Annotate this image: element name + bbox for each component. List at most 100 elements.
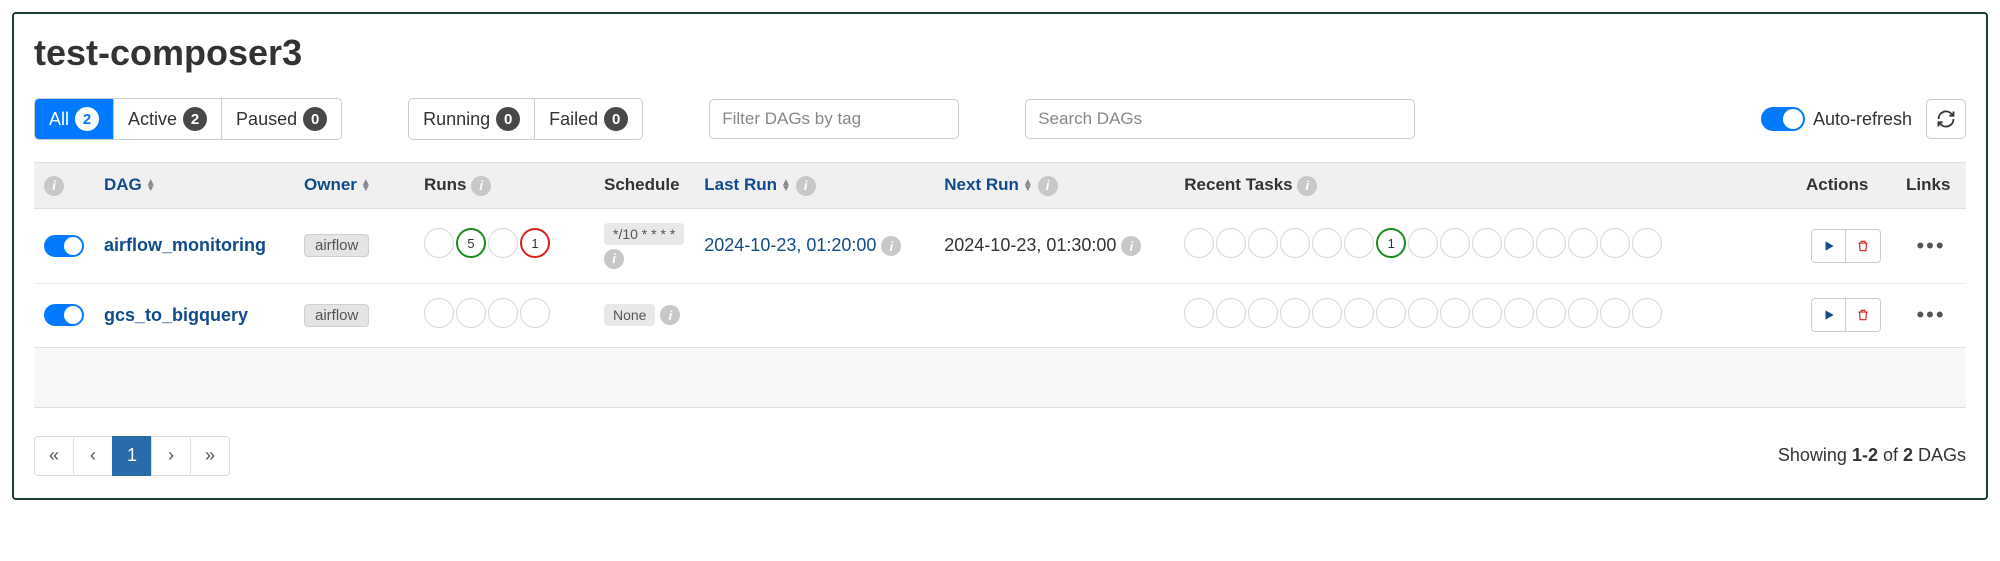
autorefresh-label: Auto-refresh	[1813, 109, 1912, 130]
info-icon: i	[1121, 236, 1141, 256]
pager: «‹1›»	[34, 436, 230, 476]
info-icon: i	[1297, 176, 1317, 196]
col-dag[interactable]: DAG▲▼	[94, 163, 294, 209]
dag-enable-toggle[interactable]	[44, 235, 84, 257]
links-menu[interactable]: •••	[1916, 302, 1945, 327]
last-run-value[interactable]: 2024-10-23, 01:20:00	[704, 235, 876, 255]
col-owner[interactable]: Owner▲▼	[294, 163, 414, 209]
task-circle[interactable]	[1344, 298, 1374, 328]
task-circle[interactable]	[1440, 228, 1470, 258]
status-group: Running 0Failed 0	[408, 98, 643, 140]
dags-table: i DAG▲▼ Owner▲▼ Runs i Schedule Last Run…	[34, 162, 1966, 408]
dag-row: airflow_monitoring airflow 5 1 */10 * * *…	[34, 208, 1966, 283]
dag-row: gcs_to_bigquery airflow None i •••	[34, 283, 1966, 347]
info-icon: i	[1038, 176, 1058, 196]
dag-name-link[interactable]: gcs_to_bigquery	[104, 305, 248, 325]
info-icon: i	[796, 176, 816, 196]
task-circle[interactable]	[1280, 298, 1310, 328]
task-circle[interactable]	[1184, 228, 1214, 258]
task-circle[interactable]	[1504, 298, 1534, 328]
task-circle[interactable]	[1440, 298, 1470, 328]
run-circle[interactable]	[488, 298, 518, 328]
task-circle[interactable]	[1600, 298, 1630, 328]
col-recent-tasks: Recent Tasks i	[1174, 163, 1796, 209]
run-circle[interactable]: 1	[520, 228, 550, 258]
filter-tab-all[interactable]: All 2	[35, 99, 114, 139]
run-circle[interactable]: 5	[456, 228, 486, 258]
run-circle[interactable]	[520, 298, 550, 328]
run-circle[interactable]	[424, 228, 454, 258]
info-icon: i	[604, 249, 624, 269]
search-dags-input[interactable]	[1025, 99, 1415, 139]
col-runs: Runs i	[414, 163, 594, 209]
task-circle[interactable]	[1312, 298, 1342, 328]
refresh-icon	[1936, 109, 1956, 129]
col-schedule: Schedule	[594, 163, 694, 209]
pager-last[interactable]: »	[190, 436, 230, 476]
trash-icon	[1856, 308, 1870, 322]
pager-next[interactable]: ›	[151, 436, 191, 476]
task-circle[interactable]	[1248, 298, 1278, 328]
delete-button[interactable]	[1846, 230, 1880, 262]
play-icon	[1822, 308, 1836, 322]
delete-button[interactable]	[1846, 299, 1880, 331]
owner-chip[interactable]: airflow	[304, 304, 369, 327]
task-circle[interactable]	[1184, 298, 1214, 328]
toolbar: All 2Active 2Paused 0 Running 0Failed 0 …	[34, 98, 1966, 140]
task-circle[interactable]	[1216, 298, 1246, 328]
task-circle[interactable]	[1504, 228, 1534, 258]
status-tab-failed[interactable]: Failed 0	[535, 99, 642, 139]
filter-tags-input[interactable]	[709, 99, 959, 139]
task-circle[interactable]	[1344, 228, 1374, 258]
col-actions: Actions	[1796, 163, 1896, 209]
info-icon: i	[881, 236, 901, 256]
task-circle[interactable]	[1632, 298, 1662, 328]
trash-icon	[1856, 239, 1870, 253]
task-circle[interactable]	[1408, 298, 1438, 328]
filter-tab-active[interactable]: Active 2	[114, 99, 222, 139]
task-circle[interactable]	[1632, 228, 1662, 258]
task-circle[interactable]	[1280, 228, 1310, 258]
links-menu[interactable]: •••	[1916, 233, 1945, 258]
pager-page[interactable]: 1	[112, 436, 152, 476]
task-circle[interactable]	[1536, 298, 1566, 328]
refresh-button[interactable]	[1926, 99, 1966, 139]
trigger-button[interactable]	[1812, 299, 1846, 331]
info-icon: i	[471, 176, 491, 196]
filter-state-group: All 2Active 2Paused 0	[34, 98, 342, 140]
showing-text: Showing 1-2 of 2 DAGs	[1778, 445, 1966, 466]
status-tab-running[interactable]: Running 0	[409, 99, 535, 139]
col-links: Links	[1896, 163, 1966, 209]
task-circle[interactable]	[1248, 228, 1278, 258]
task-circle[interactable]	[1568, 228, 1598, 258]
pager-first[interactable]: «	[34, 436, 74, 476]
task-circle[interactable]: 1	[1376, 228, 1406, 258]
task-circle[interactable]	[1216, 228, 1246, 258]
run-circle[interactable]	[424, 298, 454, 328]
autorefresh-toggle[interactable]	[1761, 107, 1805, 131]
dag-name-link[interactable]: airflow_monitoring	[104, 235, 266, 255]
schedule-chip[interactable]: */10 * * * *	[604, 223, 684, 245]
task-circle[interactable]	[1568, 298, 1598, 328]
run-circle[interactable]	[488, 228, 518, 258]
info-icon: i	[660, 305, 680, 325]
dag-enable-toggle[interactable]	[44, 304, 84, 326]
task-circle[interactable]	[1376, 298, 1406, 328]
task-circle[interactable]	[1312, 228, 1342, 258]
next-run-value: 2024-10-23, 01:30:00	[944, 235, 1116, 255]
col-last-run[interactable]: Last Run▲▼ i	[694, 163, 934, 209]
task-circle[interactable]	[1536, 228, 1566, 258]
col-next-run[interactable]: Next Run▲▼ i	[934, 163, 1174, 209]
task-circle[interactable]	[1600, 228, 1630, 258]
owner-chip[interactable]: airflow	[304, 234, 369, 257]
trigger-button[interactable]	[1812, 230, 1846, 262]
task-circle[interactable]	[1408, 228, 1438, 258]
schedule-chip[interactable]: None	[604, 304, 655, 326]
info-icon: i	[44, 176, 64, 196]
filter-tab-paused[interactable]: Paused 0	[222, 99, 341, 139]
run-circle[interactable]	[456, 298, 486, 328]
task-circle[interactable]	[1472, 298, 1502, 328]
task-circle[interactable]	[1472, 228, 1502, 258]
pager-prev[interactable]: ‹	[73, 436, 113, 476]
play-icon	[1822, 239, 1836, 253]
